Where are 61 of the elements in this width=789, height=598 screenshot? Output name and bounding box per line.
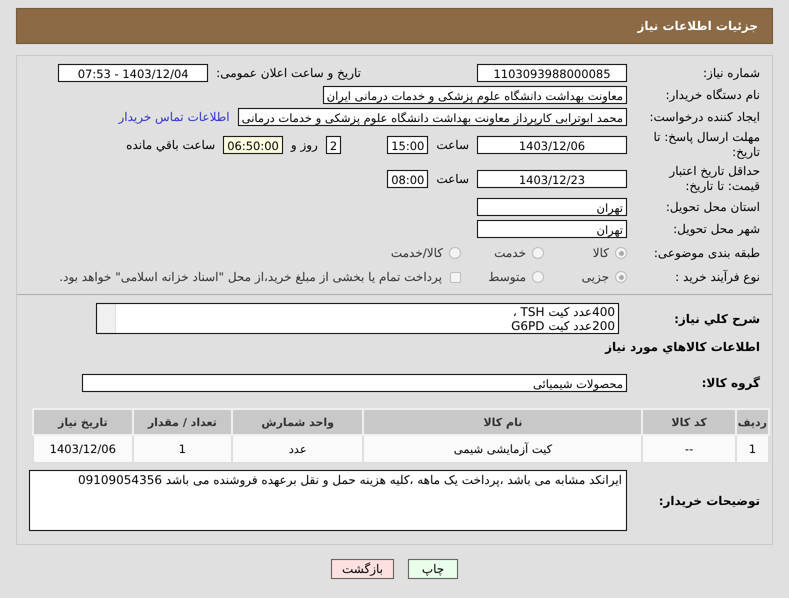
field-label: تاریخ و ساعت اعلان عمومی: — [216, 66, 361, 80]
field-label: ایجاد کننده درخواست: — [648, 110, 760, 124]
table-cell: -- — [642, 435, 736, 463]
radio-button[interactable] — [615, 271, 627, 283]
date-field: 1403/12/06 — [477, 136, 627, 154]
column-header: تاریخ نیاز — [33, 409, 133, 435]
section-title: اطلاعات کالاهاي مورد نياز — [605, 340, 760, 354]
buyer-notes-field[interactable]: ایرانکد مشابه می باشد ،پرداخت یک ماهه ،کلیه هزینه حمل و نقل برعهده فروشنده می باشد 09109054356 — [29, 470, 627, 531]
radio-button[interactable] — [532, 271, 544, 283]
field-label: توضیحات خریدار: — [658, 494, 760, 508]
province-field: تهران — [477, 198, 627, 216]
checkbox[interactable] — [450, 272, 461, 282]
back-button[interactable]: بازگشت — [331, 559, 394, 579]
field-label: نام دستگاه خریدار: — [664, 88, 760, 102]
field-label: ساعت باقي مانده — [126, 138, 216, 152]
table-cell: کیت آزمایشی شیمی — [363, 435, 642, 463]
field-label: مهلت ارسال پاسخ: تا تاریخ: — [652, 130, 760, 160]
creator-field: محمد ابوترابی کارپرداز معاونت بهداشت دانشگاه علوم پزشکی و خدمات درمانی — [238, 108, 627, 126]
column-header: واحد شمارش — [232, 409, 364, 435]
radio-button[interactable] — [615, 247, 627, 259]
field-label: ساعت — [436, 172, 469, 186]
field-label: طبقه بندی موضوعی: — [652, 246, 760, 260]
print-button[interactable]: چاپ — [408, 559, 458, 579]
field-label: شهر محل تحویل: — [672, 222, 760, 236]
goods-group-field: محصولات شیمیائی — [82, 374, 627, 392]
radio-label: متوسط — [488, 270, 526, 284]
radio-label: کالا — [592, 246, 609, 260]
column-header: رديف — [736, 409, 769, 435]
field-label: حداقل تاریخ اعتبار قیمت: تا تاریخ: — [668, 164, 760, 194]
field-label: ساعت — [436, 138, 469, 152]
column-header: تعداد / مقدار — [132, 409, 232, 435]
radio-label: کالا/خدمت — [390, 246, 443, 260]
field-label: استان محل تحویل: — [664, 200, 760, 214]
time-field: 15:00 — [387, 136, 428, 154]
table-cell: 1 — [736, 435, 769, 463]
city-field: تهران — [477, 220, 627, 238]
column-header: نام کالا — [363, 409, 642, 435]
radio-label: خدمت — [494, 246, 526, 260]
remaining-time-field: 06:50:00 — [223, 136, 283, 154]
table-cell: 1 — [132, 435, 232, 463]
page-title: جزئیات اطلاعات نیاز — [637, 19, 758, 33]
field-label: شرح کلي نياز: — [673, 312, 760, 326]
radio-label: جزیی — [582, 270, 609, 284]
field-label: گروه کالا: — [700, 376, 760, 390]
date-field: 1403/12/23 — [477, 170, 627, 188]
time-field: 08:00 — [387, 170, 428, 188]
announce-date-field: 1403/12/04 - 07:53 — [58, 64, 208, 82]
buyer-org-field: معاونت بهداشت دانشگاه علوم پزشکی و خدمات درمانی ایران — [322, 86, 627, 104]
need-number-field: 1103093988000085 — [477, 64, 627, 82]
column-header: کد کالا — [642, 409, 736, 435]
radio-button[interactable] — [532, 247, 544, 259]
field-label: شماره نیاز: — [702, 66, 760, 80]
table-cell: عدد — [232, 435, 364, 463]
contact-link[interactable]: اطلاعات تماس خریدار — [118, 110, 230, 124]
checkbox-label: پرداخت تمام یا بخشی از مبلغ خرید،از محل "اسناد خزانه اسلامی" خواهد بود. — [59, 270, 442, 284]
radio-button[interactable] — [449, 247, 461, 259]
table-cell: 1403/12/06 — [33, 435, 133, 463]
description-field[interactable]: 400عدد کیت TSH ، 200عدد کیت G6PD — [96, 303, 619, 334]
days-field: 2 — [326, 136, 342, 154]
field-label: نوع فرآیند خرید : — [674, 270, 760, 284]
field-label: روز و — [290, 138, 318, 152]
